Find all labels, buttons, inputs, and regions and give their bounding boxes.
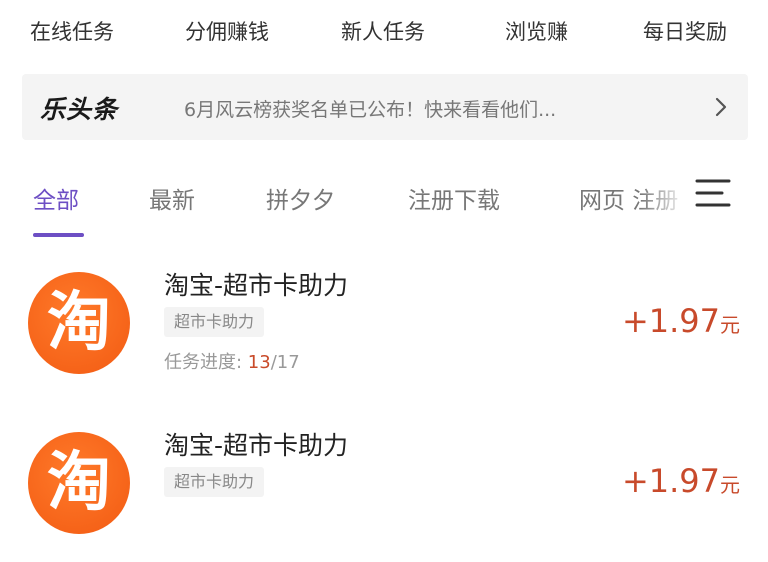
nav-item-daily-reward[interactable]: 每日奖励 [643,16,727,46]
active-tab-indicator [33,233,84,237]
menu-icon[interactable] [694,176,732,210]
task-item[interactable]: 淘 淘宝-超市卡助力 超市卡助力 任务进度: 13/17 +1.97元 [0,252,768,402]
logo-glyph: 淘 [47,446,111,520]
task-title: 淘宝-超市卡助力 [164,271,349,300]
progress-label: 任务进度: [164,352,248,373]
task-tag: 超市卡助力 [164,467,265,497]
reward-unit: 元 [720,473,740,497]
task-reward: +1.97元 [622,302,740,340]
taobao-logo-icon: 淘 [28,272,130,374]
progress-total: /17 [270,352,300,373]
taobao-logo-icon: 淘 [28,432,130,534]
nav-item-commission[interactable]: 分佣赚钱 [185,16,269,46]
tab-register-download[interactable]: 注册下载 [408,181,500,215]
reward-amount: +1.97 [621,302,720,340]
announcement-banner[interactable]: 乐头条 6月风云榜获奖名单已公布！快来看看他们... [22,74,748,140]
tab-latest[interactable]: 最新 [149,181,195,215]
nav-item-browse-earn[interactable]: 浏览赚 [505,16,568,46]
banner-message: 6月风云榜获奖名单已公布！快来看看他们... [184,99,557,121]
chevron-right-icon [715,97,727,117]
task-reward: +1.97元 [622,462,740,500]
tab-all[interactable]: 全部 [33,181,79,215]
tab-pinxixi[interactable]: 拼夕夕 [266,181,335,215]
reward-amount: +1.97 [621,462,720,500]
nav-item-online-tasks[interactable]: 在线任务 [30,16,114,46]
nav-item-newbie-tasks[interactable]: 新人任务 [341,16,425,46]
reward-unit: 元 [720,313,740,337]
task-item[interactable]: 淘 淘宝-超市卡助力 超市卡助力 +1.97元 [0,412,768,562]
logo-glyph: 淘 [47,286,111,360]
task-tag: 超市卡助力 [164,307,265,337]
task-title: 淘宝-超市卡助力 [164,431,349,460]
task-tabs: 全部 最新 拼夕夕 注册下载 网页 注册 [0,170,768,240]
progress-current: 13 [247,352,271,373]
tab-fade-overlay [640,170,688,230]
top-category-nav: 在线任务 分佣赚钱 新人任务 浏览赚 每日奖励 [0,0,768,64]
task-progress: 任务进度: 13/17 [164,348,300,374]
banner-brand-logo: 乐头条 [40,95,119,124]
